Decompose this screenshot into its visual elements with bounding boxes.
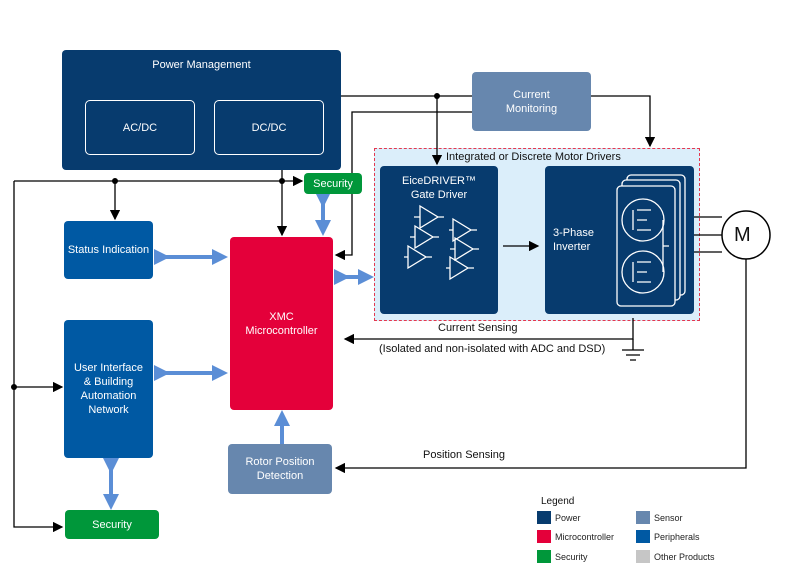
legend-item-peripherals: Peripherals: [636, 530, 700, 543]
legend-item-other-products: Other Products: [636, 550, 715, 563]
motor-phases: [694, 216, 722, 253]
user-interface-box: User Interface & Building Automation Net…: [64, 320, 153, 458]
current-sensing-label: Current Sensing: [438, 322, 518, 334]
mosfet-icons: [616, 174, 686, 307]
security-bottom-box: Security: [65, 510, 159, 539]
ground-icon: [622, 339, 644, 361]
microcontroller-box: XMC Microcontroller: [230, 237, 333, 410]
power-management-title: Power Management: [152, 59, 251, 71]
inverter-box: 3-Phase Inverter: [545, 166, 694, 314]
amplifier-icons: [404, 204, 479, 281]
security-top-box: Security: [304, 173, 362, 194]
diagram-canvas: Integrated or Discrete Motor Drivers M P…: [0, 0, 794, 588]
legend-title: Legend: [541, 496, 575, 507]
acdc-box: AC/DC: [85, 100, 195, 155]
current-monitoring-box: Current Monitoring: [472, 72, 591, 131]
power-management-box: Power Management AC/DC DC/DC: [62, 50, 341, 170]
rotor-position-box: Rotor Position Detection: [228, 444, 332, 494]
status-indication-box: Status Indication: [64, 221, 153, 279]
motor-label: M: [734, 224, 751, 246]
legend-item-microcontroller: Microcontroller: [537, 530, 614, 543]
position-sensing-label: Position Sensing: [423, 449, 505, 461]
gate-driver-box: EiceDRIVER™ Gate Driver: [380, 166, 498, 314]
legend-item-sensor: Sensor: [636, 511, 683, 524]
monitor-to-inverter-line: [591, 95, 656, 148]
dcdc-box: DC/DC: [214, 100, 324, 155]
legend-item-power: Power: [537, 511, 581, 524]
current-sensing-note: (Isolated and non-isolated with ADC and …: [379, 343, 606, 355]
legend-item-security: Security: [537, 550, 588, 563]
